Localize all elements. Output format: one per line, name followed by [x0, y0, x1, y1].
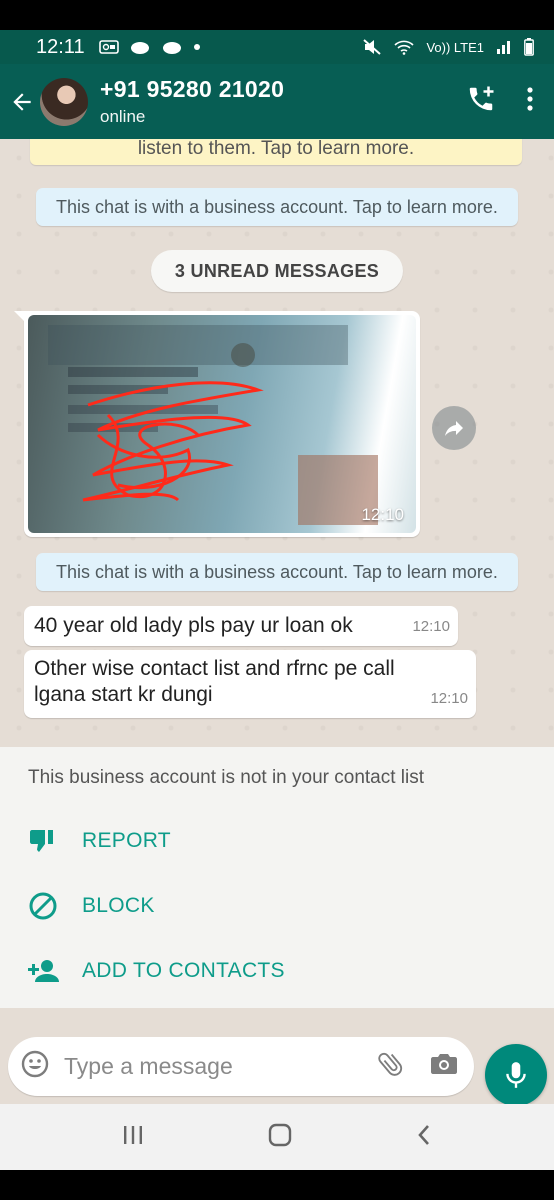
- more-vert-icon: [527, 87, 533, 111]
- business-account-note[interactable]: This chat is with a business account. Ta…: [36, 188, 518, 226]
- encryption-banner[interactable]: listen to them. Tap to learn more.: [30, 139, 522, 165]
- mute-icon: [363, 39, 382, 55]
- camera-icon: [431, 1054, 457, 1074]
- input-actions: [376, 1049, 458, 1084]
- chat-area[interactable]: listen to them. Tap to learn more. This …: [0, 139, 554, 747]
- report-button[interactable]: REPORT: [26, 824, 171, 858]
- contact-presence: online: [100, 107, 146, 126]
- home-button[interactable]: [267, 1122, 293, 1153]
- battery-icon: [524, 38, 534, 56]
- block-button[interactable]: BLOCK: [26, 889, 155, 923]
- home-icon: [268, 1123, 292, 1146]
- message-bubble-2[interactable]: Other wise contact list and rfrnc pe cal…: [24, 650, 476, 718]
- network-label: Vo)) LTE1: [426, 39, 484, 55]
- chat-header: +91 95280 21020 online: [0, 64, 554, 139]
- image-message[interactable]: 12:10: [14, 311, 420, 537]
- recent-apps-icon: [124, 1125, 142, 1144]
- paperclip-icon: [378, 1052, 403, 1076]
- status-notification-icons: [98, 39, 201, 55]
- emoji-button[interactable]: [20, 1049, 50, 1084]
- id-card-image[interactable]: 12:10: [28, 315, 416, 533]
- message-input-box[interactable]: [8, 1037, 474, 1096]
- status-system-icons: Vo)) LTE1: [362, 38, 534, 56]
- unread-messages-badge: 3 UNREAD MESSAGES: [151, 250, 403, 292]
- camera-button[interactable]: [430, 1051, 458, 1082]
- message-text: 40 year old lady pls pay ur loan ok: [34, 614, 353, 637]
- message-composer: [0, 1008, 554, 1106]
- bubble-tail: [14, 311, 26, 323]
- cloud-icon-2: [162, 42, 181, 54]
- cloud-icon: [130, 42, 149, 54]
- report-label: REPORT: [82, 829, 171, 852]
- bottom-black-strip: [0, 1170, 554, 1200]
- contact-info[interactable]: +91 95280 21020 online: [100, 76, 284, 127]
- image-timestamp: 12:10: [361, 505, 404, 524]
- status-bar: 12:11 Vo)) LTE1: [0, 30, 554, 64]
- status-time: 12:11: [36, 35, 85, 58]
- business-account-panel: This business account is not in your con…: [0, 747, 554, 1008]
- more-options-button[interactable]: [526, 86, 534, 117]
- contact-name: +91 95280 21020: [100, 76, 285, 102]
- forward-icon: [445, 421, 463, 436]
- block-label: BLOCK: [82, 894, 155, 917]
- add-call-icon: [469, 86, 494, 111]
- add-to-contacts-button[interactable]: ADD TO CONTACTS: [26, 954, 285, 988]
- wifi-icon: [394, 40, 414, 55]
- business-account-note-2[interactable]: This chat is with a business account. Ta…: [36, 553, 518, 591]
- microphone-icon: [506, 1062, 526, 1088]
- recent-apps-button[interactable]: [121, 1124, 145, 1151]
- dot-icon: [193, 44, 200, 50]
- thumbs-down-icon: [26, 824, 60, 858]
- back-arrow-icon: [13, 92, 31, 111]
- message-input[interactable]: [64, 1053, 354, 1080]
- message-time-2: 12:10: [430, 690, 468, 707]
- top-black-strip: [0, 0, 554, 30]
- message-time: 12:10: [412, 618, 450, 635]
- add-person-icon: [26, 954, 60, 988]
- android-nav-bar: [0, 1104, 554, 1170]
- back-chevron-icon: [418, 1124, 429, 1145]
- block-icon: [26, 889, 60, 923]
- back-nav-button[interactable]: [415, 1123, 433, 1152]
- avatar[interactable]: [40, 77, 88, 126]
- signal-icon: [497, 41, 510, 54]
- message-bubble[interactable]: 40 year old lady pls pay ur loan ok 12:1…: [24, 606, 458, 646]
- attach-button[interactable]: [376, 1049, 406, 1084]
- back-button[interactable]: [4, 89, 40, 115]
- header-actions: [466, 84, 554, 119]
- voice-record-button[interactable]: [485, 1044, 547, 1106]
- add-call-button[interactable]: [466, 84, 496, 119]
- forward-button[interactable]: [432, 406, 476, 450]
- not-in-contacts-caption: This business account is not in your con…: [28, 767, 425, 788]
- emoji-icon: [21, 1050, 49, 1078]
- add-to-contacts-label: ADD TO CONTACTS: [82, 959, 285, 982]
- message-text-2: Other wise contact list and rfrnc pe cal…: [34, 657, 395, 706]
- id-card-photo: [48, 325, 378, 525]
- radio-icon: [98, 40, 119, 54]
